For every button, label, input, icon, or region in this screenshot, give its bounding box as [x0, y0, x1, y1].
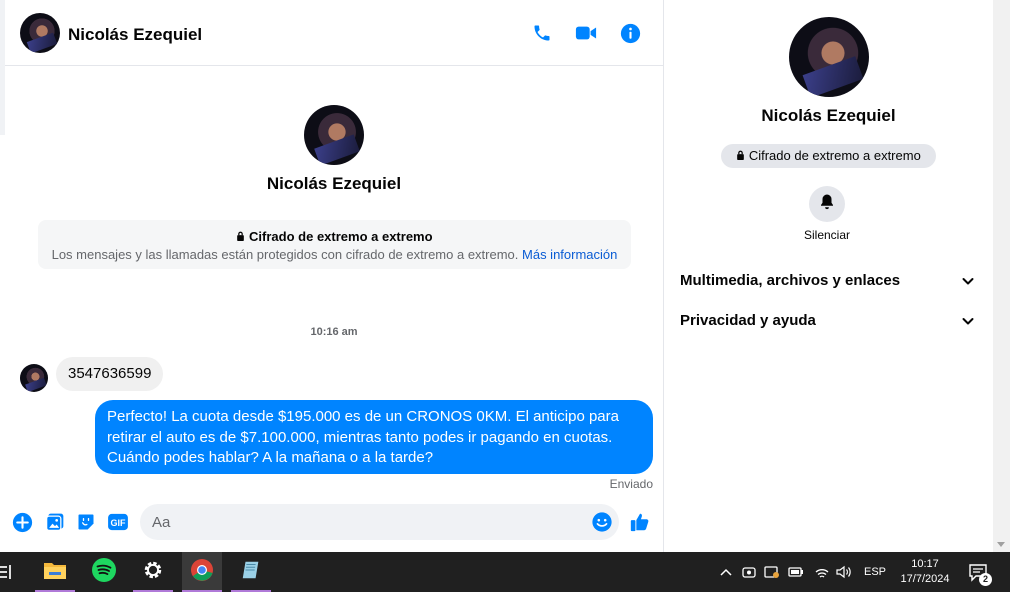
settings-app[interactable]	[133, 552, 173, 592]
section-media-files-links[interactable]: Multimedia, archivos y enlaces	[664, 261, 993, 301]
phone-icon[interactable]	[531, 22, 553, 44]
notes-app[interactable]	[231, 552, 271, 592]
chevron-down-icon	[961, 314, 975, 328]
gif-icon[interactable]: GIF	[107, 511, 129, 533]
task-view-icon[interactable]	[0, 564, 12, 580]
chevron-up-icon[interactable]	[718, 564, 734, 580]
more-info-link[interactable]: Más información	[522, 247, 617, 262]
contact-name[interactable]: Nicolás Ezequiel	[68, 25, 202, 45]
profile-name: Nicolás Ezequiel	[266, 174, 402, 193]
section-privacy-help[interactable]: Privacidad y ayuda	[664, 301, 993, 341]
tray-app-icon[interactable]	[741, 564, 757, 580]
info-avatar[interactable]	[789, 17, 869, 97]
wifi-icon[interactable]	[814, 564, 830, 580]
contact-avatar[interactable]	[20, 13, 60, 53]
chevron-down-icon	[961, 274, 975, 288]
outgoing-message[interactable]: Perfecto! La cuota desde $195.000 es de …	[95, 400, 653, 474]
tray-security-icon[interactable]	[764, 564, 780, 580]
notes-icon	[240, 559, 262, 586]
message-input[interactable]	[152, 504, 572, 540]
thumbs-up-icon[interactable]	[629, 511, 651, 533]
sender-avatar	[20, 364, 48, 392]
spotify-app[interactable]	[84, 552, 124, 592]
sticker-icon[interactable]	[75, 511, 97, 533]
photo-icon[interactable]	[44, 511, 66, 533]
conversation-info-panel: Nicolás Ezequiel Cifrado de extremo a ex…	[664, 0, 993, 552]
video-call-icon[interactable]	[575, 22, 597, 44]
plus-icon[interactable]	[11, 511, 33, 533]
scrollbar[interactable]	[993, 0, 1010, 552]
settings-icon	[142, 559, 164, 586]
incoming-message[interactable]: 3547636599	[56, 357, 164, 391]
file-explorer-app[interactable]	[35, 552, 75, 592]
encryption-badge: Cifrado de extremo a extremo	[721, 144, 936, 168]
info-name: Nicolás Ezequiel	[761, 106, 896, 125]
screen: Nicolás Ezequiel Nicolás Ezequiel Cifrad…	[0, 0, 1010, 592]
chat-panel: Nicolás Ezequiel Nicolás Ezequiel Cifrad…	[5, 0, 663, 552]
svg-text:GIF: GIF	[111, 518, 127, 528]
section-label: Privacidad y ayuda	[680, 312, 816, 329]
clock-time: 10:17	[911, 558, 939, 570]
encryption-description: Los mensajes y las llamadas están proteg…	[51, 247, 618, 262]
message-composer	[140, 504, 619, 540]
file-explorer-icon	[43, 559, 67, 586]
mute-label[interactable]: Silenciar	[664, 228, 990, 242]
profile-avatar[interactable]	[304, 105, 364, 165]
battery-icon[interactable]	[788, 564, 804, 580]
system-clock[interactable]: 10:17 17/7/2024	[888, 557, 962, 587]
language-indicator[interactable]: ESP	[864, 566, 886, 578]
notification-count-badge: 2	[979, 573, 992, 586]
clock-date: 17/7/2024	[900, 573, 950, 585]
emoji-icon[interactable]	[591, 511, 613, 533]
mute-button[interactable]	[809, 186, 845, 222]
info-icon[interactable]	[619, 22, 641, 44]
chrome-icon	[190, 558, 214, 587]
lock-icon	[736, 148, 745, 163]
spotify-icon	[92, 557, 116, 587]
volume-icon[interactable]	[836, 564, 852, 580]
message-timestamp: 10:16 am	[310, 326, 358, 338]
scroll-down-arrow-icon[interactable]	[997, 542, 1005, 547]
taskbar: ESP 10:17 17/7/2024 2	[0, 552, 1010, 592]
chat-header: Nicolás Ezequiel	[5, 0, 663, 66]
encryption-notice: Cifrado de extremo a extremo Los mensaje…	[38, 220, 631, 269]
notifications-icon[interactable]: 2	[968, 563, 992, 586]
lock-icon	[236, 229, 245, 244]
encryption-title: Cifrado de extremo a extremo	[38, 229, 631, 244]
section-label: Multimedia, archivos y enlaces	[680, 272, 901, 289]
bell-icon	[818, 193, 836, 216]
message-status: Enviado	[609, 477, 653, 491]
chrome-app[interactable]	[182, 552, 222, 592]
